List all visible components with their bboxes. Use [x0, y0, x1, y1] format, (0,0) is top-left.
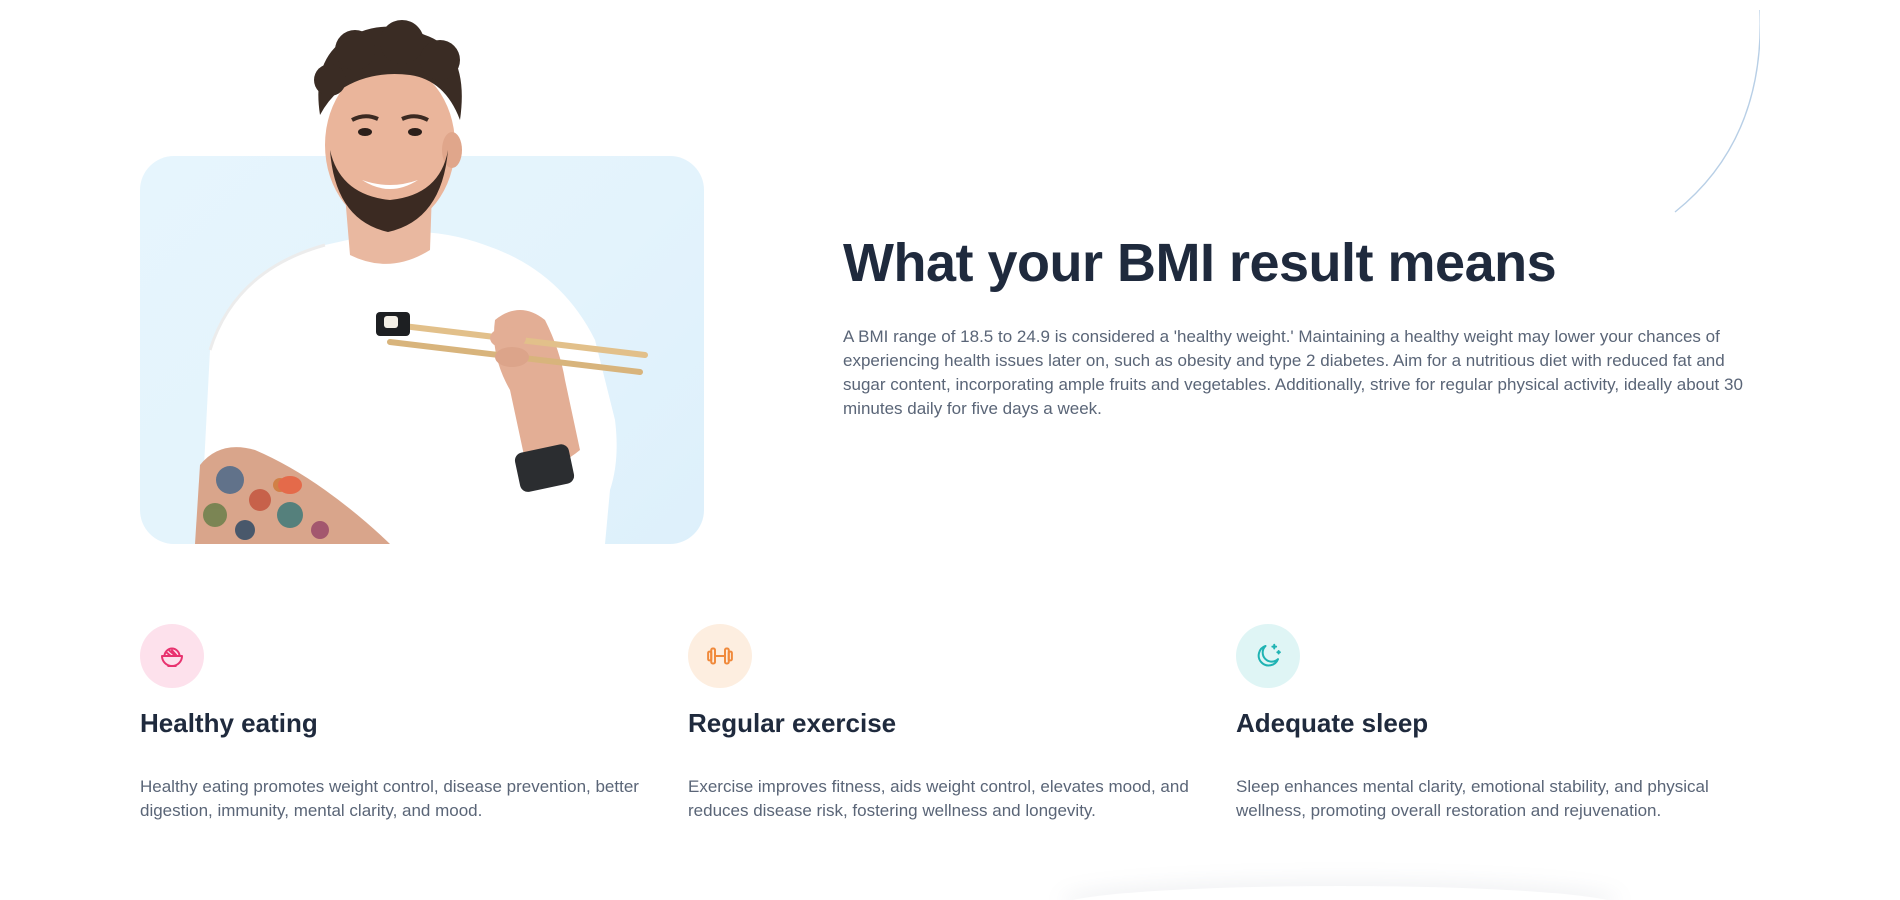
dumbbell-icon [688, 624, 752, 688]
hero-photo [195, 20, 648, 544]
feature-description: Sleep enhances mental clarity, emotional… [1236, 777, 1709, 820]
feature-title: Regular exercise [688, 708, 897, 738]
feature-description: Healthy eating promotes weight control, … [140, 777, 639, 820]
page: What your BMI result means A BMI range o… [0, 0, 1900, 900]
feature-title: Adequate sleep [1236, 708, 1429, 738]
features-section: Healthy eating Healthy eating promotes w… [140, 624, 1780, 844]
feature-adequate-sleep: Adequate sleep Sleep enhances mental cla… [1236, 624, 1756, 823]
bottom-card-edge [1060, 886, 1620, 900]
feature-regular-exercise: Regular exercise Exercise improves fitne… [688, 624, 1208, 823]
feature-description: Exercise improves fitness, aids weight c… [688, 777, 1189, 820]
feature-title: Healthy eating [140, 708, 318, 738]
decorative-arc [1674, 10, 1760, 213]
page-title: What your BMI result means [843, 233, 1557, 293]
moon-stars-icon [1236, 624, 1300, 688]
bowl-icon [140, 624, 204, 688]
hero-description: A BMI range of 18.5 to 24.9 is considere… [843, 327, 1743, 418]
feature-healthy-eating: Healthy eating Healthy eating promotes w… [140, 624, 660, 823]
